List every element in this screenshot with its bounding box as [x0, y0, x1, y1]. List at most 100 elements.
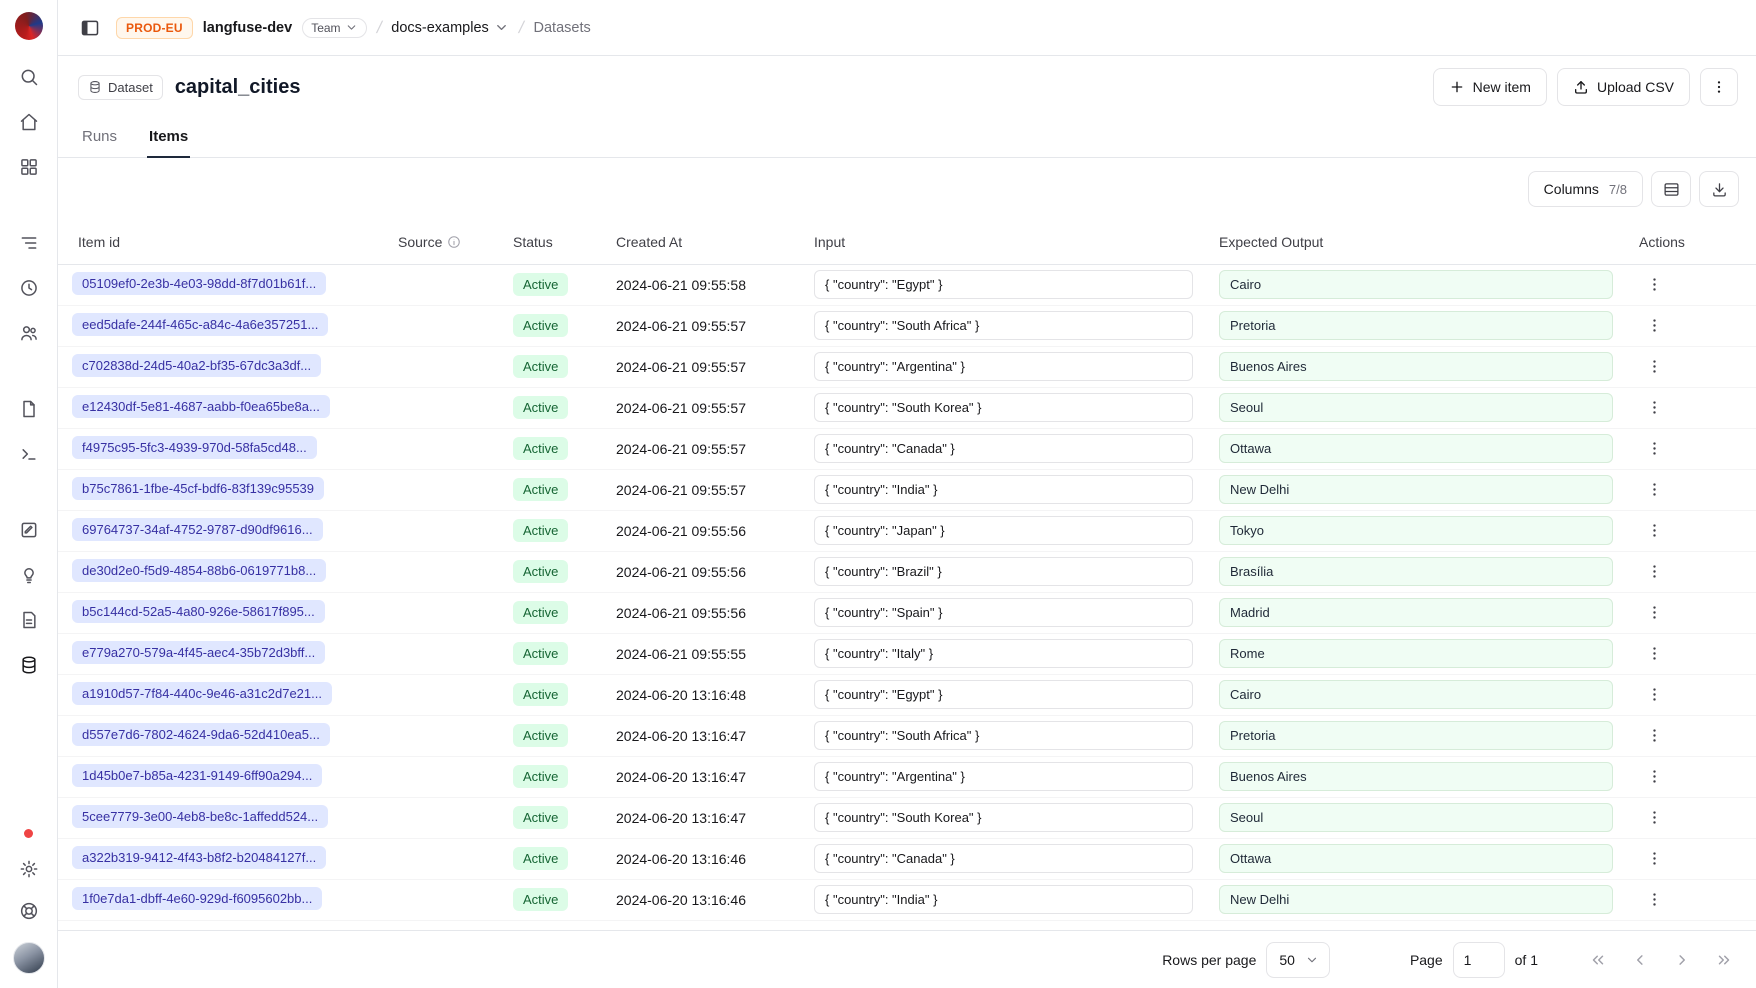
org-name[interactable]: langfuse-dev [203, 20, 292, 36]
expected-output-cell[interactable]: Pretoria [1219, 721, 1613, 750]
input-cell[interactable]: { "country": "India" } [814, 885, 1193, 914]
item-id-link[interactable]: d557e7d6-7802-4624-9da6-52d410ea5... [72, 723, 330, 746]
prompts-icon[interactable] [18, 609, 40, 631]
expected-output-cell[interactable]: Seoul [1219, 803, 1613, 832]
users-icon[interactable] [18, 322, 40, 344]
support-icon[interactable] [18, 900, 40, 922]
column-header-source[interactable]: Source [388, 220, 503, 264]
input-cell[interactable]: { "country": "India" } [814, 475, 1193, 504]
input-cell[interactable]: { "country": "Egypt" } [814, 680, 1193, 709]
expected-output-cell[interactable]: Tokyo [1219, 516, 1613, 545]
export-button[interactable] [1699, 171, 1739, 207]
item-id-link[interactable]: a1910d57-7f84-440c-9e46-a31c2d7e21... [72, 682, 332, 705]
input-cell[interactable]: { "country": "Argentina" } [814, 762, 1193, 791]
row-actions-button[interactable] [1639, 516, 1669, 546]
breadcrumb-section[interactable]: Datasets [534, 20, 591, 36]
settings-gear-icon[interactable] [18, 858, 40, 880]
row-actions-button[interactable] [1639, 557, 1669, 587]
expected-output-cell[interactable]: Buenos Aires [1219, 352, 1613, 381]
input-cell[interactable]: { "country": "South Korea" } [814, 803, 1193, 832]
upload-csv-button[interactable]: Upload CSV [1557, 68, 1690, 106]
input-cell[interactable]: { "country": "Argentina" } [814, 352, 1193, 381]
item-id-link[interactable]: c702838d-24d5-40a2-bf35-67dc3a3df... [72, 354, 321, 377]
tab-runs[interactable]: Runs [80, 118, 119, 158]
datasets-icon[interactable] [18, 654, 40, 676]
input-cell[interactable]: { "country": "Canada" } [814, 844, 1193, 873]
input-cell[interactable]: { "country": "South Africa" } [814, 721, 1193, 750]
user-avatar[interactable] [13, 942, 45, 974]
row-actions-button[interactable] [1639, 352, 1669, 382]
row-actions-button[interactable] [1639, 844, 1669, 874]
expected-output-cell[interactable]: New Delhi [1219, 885, 1613, 914]
previous-page-button[interactable] [1624, 944, 1656, 976]
expected-output-cell[interactable]: Madrid [1219, 598, 1613, 627]
org-dropdown[interactable]: Team [302, 18, 366, 38]
column-header-expected-output[interactable]: Expected Output [1209, 220, 1629, 264]
input-cell[interactable]: { "country": "Japan" } [814, 516, 1193, 545]
row-actions-button[interactable] [1639, 475, 1669, 505]
expected-output-cell[interactable]: Brasília [1219, 557, 1613, 586]
item-id-link[interactable]: a322b319-9412-4f43-b8f2-b20484127f... [72, 846, 326, 869]
row-actions-button[interactable] [1639, 680, 1669, 710]
page-number-input[interactable] [1453, 942, 1505, 978]
row-actions-button[interactable] [1639, 885, 1669, 915]
input-cell[interactable]: { "country": "South Korea" } [814, 393, 1193, 422]
expected-output-cell[interactable]: New Delhi [1219, 475, 1613, 504]
langfuse-logo[interactable] [15, 12, 43, 40]
dataset-actions-menu-button[interactable] [1700, 68, 1738, 106]
expected-output-cell[interactable]: Seoul [1219, 393, 1613, 422]
dashboards-icon[interactable] [18, 156, 40, 178]
input-cell[interactable]: { "country": "Egypt" } [814, 270, 1193, 299]
expected-output-cell[interactable]: Cairo [1219, 270, 1613, 299]
tracing-icon[interactable] [18, 232, 40, 254]
row-actions-button[interactable] [1639, 803, 1669, 833]
column-header-status[interactable]: Status [503, 220, 606, 264]
documents-icon[interactable] [18, 398, 40, 420]
tab-items[interactable]: Items [147, 118, 190, 158]
item-id-link[interactable]: e779a270-579a-4f45-aec4-35b72d3bff... [72, 641, 325, 664]
item-id-link[interactable]: 05109ef0-2e3b-4e03-98dd-8f7d01b61f... [72, 272, 326, 295]
rows-per-page-select[interactable]: 50 [1266, 942, 1330, 978]
home-icon[interactable] [18, 111, 40, 133]
expected-output-cell[interactable]: Rome [1219, 639, 1613, 668]
input-cell[interactable]: { "country": "Italy" } [814, 639, 1193, 668]
input-cell[interactable]: { "country": "Spain" } [814, 598, 1193, 627]
columns-button[interactable]: Columns 7/8 [1528, 171, 1643, 207]
row-actions-button[interactable] [1639, 762, 1669, 792]
column-header-item-id[interactable]: Item id [58, 220, 388, 264]
row-actions-button[interactable] [1639, 639, 1669, 669]
last-page-button[interactable] [1708, 944, 1740, 976]
row-actions-button[interactable] [1639, 721, 1669, 751]
item-id-link[interactable]: 69764737-34af-4752-9787-d90df9616... [72, 518, 323, 541]
item-id-link[interactable]: de30d2e0-f5d9-4854-88b6-0619771b8... [72, 559, 326, 582]
input-cell[interactable]: { "country": "Brazil" } [814, 557, 1193, 586]
new-item-button[interactable]: New item [1433, 68, 1547, 106]
expected-output-cell[interactable]: Buenos Aires [1219, 762, 1613, 791]
row-height-button[interactable] [1651, 171, 1691, 207]
expected-output-cell[interactable]: Cairo [1219, 680, 1613, 709]
next-page-button[interactable] [1666, 944, 1698, 976]
project-dropdown[interactable]: docs-examples [391, 20, 509, 36]
column-header-created-at[interactable]: Created At [606, 220, 804, 264]
first-page-button[interactable] [1582, 944, 1614, 976]
input-cell[interactable]: { "country": "South Africa" } [814, 311, 1193, 340]
item-id-link[interactable]: b5c144cd-52a5-4a80-926e-58617f895... [72, 600, 325, 623]
row-actions-button[interactable] [1639, 434, 1669, 464]
item-id-link[interactable]: 1f0e7da1-dbff-4e60-929d-f6095602bb... [72, 887, 322, 910]
item-id-link[interactable]: b75c7861-1fbe-45cf-bdf6-83f139c95539 [72, 477, 324, 500]
search-icon[interactable] [18, 66, 40, 88]
row-actions-button[interactable] [1639, 393, 1669, 423]
playground-icon[interactable] [18, 443, 40, 465]
item-id-link[interactable]: f4975c95-5fc3-4939-970d-58fa5cd48... [72, 436, 317, 459]
row-actions-button[interactable] [1639, 311, 1669, 341]
item-id-link[interactable]: eed5dafe-244f-465c-a84c-4a6e357251... [72, 313, 328, 336]
expected-output-cell[interactable]: Ottawa [1219, 844, 1613, 873]
input-cell[interactable]: { "country": "Canada" } [814, 434, 1193, 463]
expected-output-cell[interactable]: Ottawa [1219, 434, 1613, 463]
item-id-link[interactable]: 1d45b0e7-b85a-4231-9149-6ff90a294... [72, 764, 322, 787]
row-actions-button[interactable] [1639, 598, 1669, 628]
column-header-input[interactable]: Input [804, 220, 1209, 264]
item-id-link[interactable]: 5cee7779-3e00-4eb8-be8c-1affedd524... [72, 805, 328, 828]
sidebar-toggle-button[interactable] [74, 12, 106, 44]
annotation-icon[interactable] [18, 519, 40, 541]
